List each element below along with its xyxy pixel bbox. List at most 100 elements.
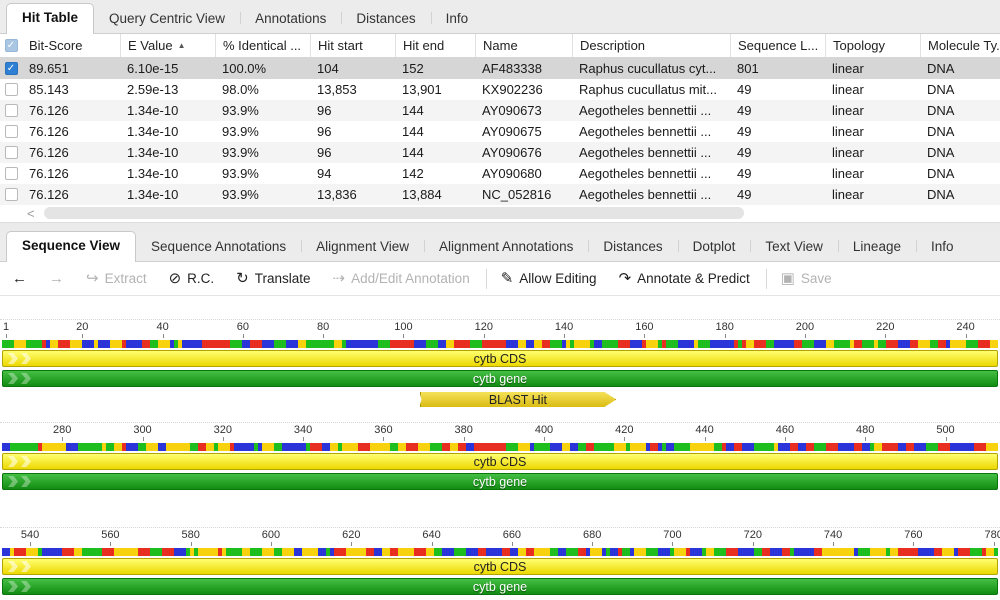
- ruler-tick-label: 220: [876, 321, 894, 333]
- ruler-tick-label: 200: [796, 321, 814, 333]
- row-checkbox-cell: [0, 104, 22, 117]
- table-row[interactable]: 76.1261.34e-1093.9%13,83613,884NC_052816…: [0, 184, 1000, 205]
- column-header-molecule-ty[interactable]: Molecule Ty...: [920, 34, 1000, 57]
- table-row[interactable]: 76.1261.34e-1093.9%96144AY090676Aegothel…: [0, 142, 1000, 163]
- ruler-tick-mark: [110, 542, 111, 546]
- toolbar-button-label: Add/Edit Annotation: [351, 271, 470, 286]
- row-checkbox[interactable]: [5, 146, 18, 159]
- tab-query-centric-view[interactable]: Query Centric View: [94, 5, 240, 33]
- view-tab-dotplot[interactable]: Dotplot: [678, 233, 751, 261]
- gene-annotation[interactable]: cytb gene: [2, 370, 998, 387]
- cell-e-value: 6.10e-15: [120, 61, 215, 76]
- row-checkbox[interactable]: [5, 125, 18, 138]
- save-button[interactable]: ▣Save: [781, 271, 832, 286]
- ruler-tick-mark: [484, 334, 485, 338]
- gene-annotation[interactable]: cytb gene: [2, 473, 998, 490]
- view-tab-text-view[interactable]: Text View: [750, 233, 838, 261]
- allow-editing-button[interactable]: ✎Allow Editing: [501, 271, 597, 286]
- sort-ascending-icon: ▲: [178, 41, 186, 50]
- horizontal-scrollbar[interactable]: <: [0, 204, 1000, 222]
- blast-hit-annotation[interactable]: BLAST Hit: [420, 391, 617, 408]
- cds-annotation[interactable]: cytb CDS: [2, 453, 998, 470]
- forward-arrow-button[interactable]: →: [49, 271, 64, 286]
- view-tab-info[interactable]: Info: [916, 233, 969, 261]
- cell-hit-start: 13,853: [310, 82, 395, 97]
- cell-sequence-l: 49: [730, 124, 825, 139]
- scrollbar-thumb[interactable]: [44, 207, 744, 219]
- ruler-tick-mark: [865, 437, 866, 441]
- column-header-name[interactable]: Name: [475, 34, 572, 57]
- row-checkbox[interactable]: [5, 188, 18, 201]
- ruler-tick-mark: [725, 334, 726, 338]
- table-row[interactable]: 85.1432.59e-1398.0%13,85313,901KX902236R…: [0, 79, 1000, 100]
- back-arrow-button[interactable]: ←: [12, 271, 27, 286]
- cell-identical: 93.9%: [215, 145, 310, 160]
- cell-identical: 93.9%: [215, 103, 310, 118]
- sequence-panel-2: 280300320340360380400420440460480500cytb…: [0, 422, 1000, 523]
- ruler-tick-mark: [143, 437, 144, 441]
- toolbar-button-label: Annotate & Predict: [637, 271, 750, 286]
- cell-name: AY090675: [475, 124, 572, 139]
- extract-icon: ↪: [86, 271, 99, 286]
- view-tab-sequence-view[interactable]: Sequence View: [6, 231, 136, 262]
- cds-annotation[interactable]: cytb CDS: [2, 558, 998, 575]
- chevron-right-icon: [8, 561, 18, 572]
- add-edit-annotation-button[interactable]: ⇢Add/Edit Annotation: [333, 271, 470, 286]
- cell-sequence-l: 49: [730, 145, 825, 160]
- annotate-predict-button[interactable]: ↷Annotate & Predict: [619, 271, 750, 286]
- cell-e-value: 1.34e-10: [120, 187, 215, 202]
- chevron-right-icon: [8, 581, 18, 592]
- forward-arrow-icon: →: [49, 271, 64, 286]
- ruler-tick-label: 320: [214, 424, 232, 436]
- row-checkbox[interactable]: ✓: [5, 62, 18, 75]
- select-all-checkbox[interactable]: ✓: [5, 39, 18, 52]
- row-checkbox-cell: [0, 83, 22, 96]
- column-header-topology[interactable]: Topology: [825, 34, 920, 57]
- tab-distances[interactable]: Distances: [341, 5, 430, 33]
- table-row[interactable]: 76.1261.34e-1093.9%96144AY090675Aegothel…: [0, 121, 1000, 142]
- ruler-tick-mark: [785, 437, 786, 441]
- view-tab-alignment-annotations[interactable]: Alignment Annotations: [424, 233, 588, 261]
- cell-molecule-ty: DNA: [920, 124, 1000, 139]
- column-header-e-value[interactable]: E Value▲: [120, 34, 215, 57]
- row-checkbox-cell: [0, 146, 22, 159]
- column-header-sequence-l[interactable]: Sequence L...: [730, 34, 825, 57]
- column-header-hit-start[interactable]: Hit start: [310, 34, 395, 57]
- view-tab-sequence-annotations[interactable]: Sequence Annotations: [136, 233, 301, 261]
- extract-button[interactable]: ↪Extract: [86, 271, 147, 286]
- r-c-button[interactable]: ⊘R.C.: [169, 271, 215, 286]
- translate-button[interactable]: ↻Translate: [236, 271, 310, 286]
- chevron-right-icon: [8, 373, 18, 384]
- row-checkbox[interactable]: [5, 83, 18, 96]
- ruler-tick-mark: [885, 334, 886, 338]
- tab-annotations[interactable]: Annotations: [240, 5, 341, 33]
- view-tab-lineage[interactable]: Lineage: [838, 233, 916, 261]
- gene-annotation[interactable]: cytb gene: [2, 578, 998, 595]
- tab-hit-table[interactable]: Hit Table: [6, 3, 94, 34]
- table-row[interactable]: ✓89.6516.10e-15100.0%104152AF483338Raphu…: [0, 58, 1000, 79]
- cell-hit-start: 104: [310, 61, 395, 76]
- row-checkbox[interactable]: [5, 104, 18, 117]
- row-checkbox-cell: [0, 125, 22, 138]
- cell-description: Aegotheles bennettii ...: [572, 103, 730, 118]
- ruler-tick-mark: [303, 437, 304, 441]
- view-tab-distances[interactable]: Distances: [588, 233, 677, 261]
- column-header-label: Sequence L...: [738, 38, 818, 53]
- column-header-hit-end[interactable]: Hit end: [395, 34, 475, 57]
- table-row[interactable]: 76.1261.34e-1093.9%94142AY090680Aegothel…: [0, 163, 1000, 184]
- table-row[interactable]: 76.1261.34e-1093.9%96144AY090673Aegothel…: [0, 100, 1000, 121]
- tab-info[interactable]: Info: [431, 5, 484, 33]
- cds-annotation[interactable]: cytb CDS: [2, 350, 998, 367]
- cell-topology: linear: [825, 124, 920, 139]
- cell-molecule-ty: DNA: [920, 187, 1000, 202]
- ruler-tick-label: 580: [182, 529, 200, 541]
- row-checkbox[interactable]: [5, 167, 18, 180]
- column-header-identical[interactable]: % Identical ...: [215, 34, 310, 57]
- ruler-tick-label: 480: [856, 424, 874, 436]
- view-tab-alignment-view[interactable]: Alignment View: [301, 233, 424, 261]
- column-header-description[interactable]: Description: [572, 34, 730, 57]
- scroll-left-icon[interactable]: <: [27, 207, 35, 220]
- column-header-bit-score[interactable]: Bit-Score: [22, 34, 120, 57]
- cell-bit-score: 85.143: [22, 82, 120, 97]
- cell-hit-end: 152: [395, 61, 475, 76]
